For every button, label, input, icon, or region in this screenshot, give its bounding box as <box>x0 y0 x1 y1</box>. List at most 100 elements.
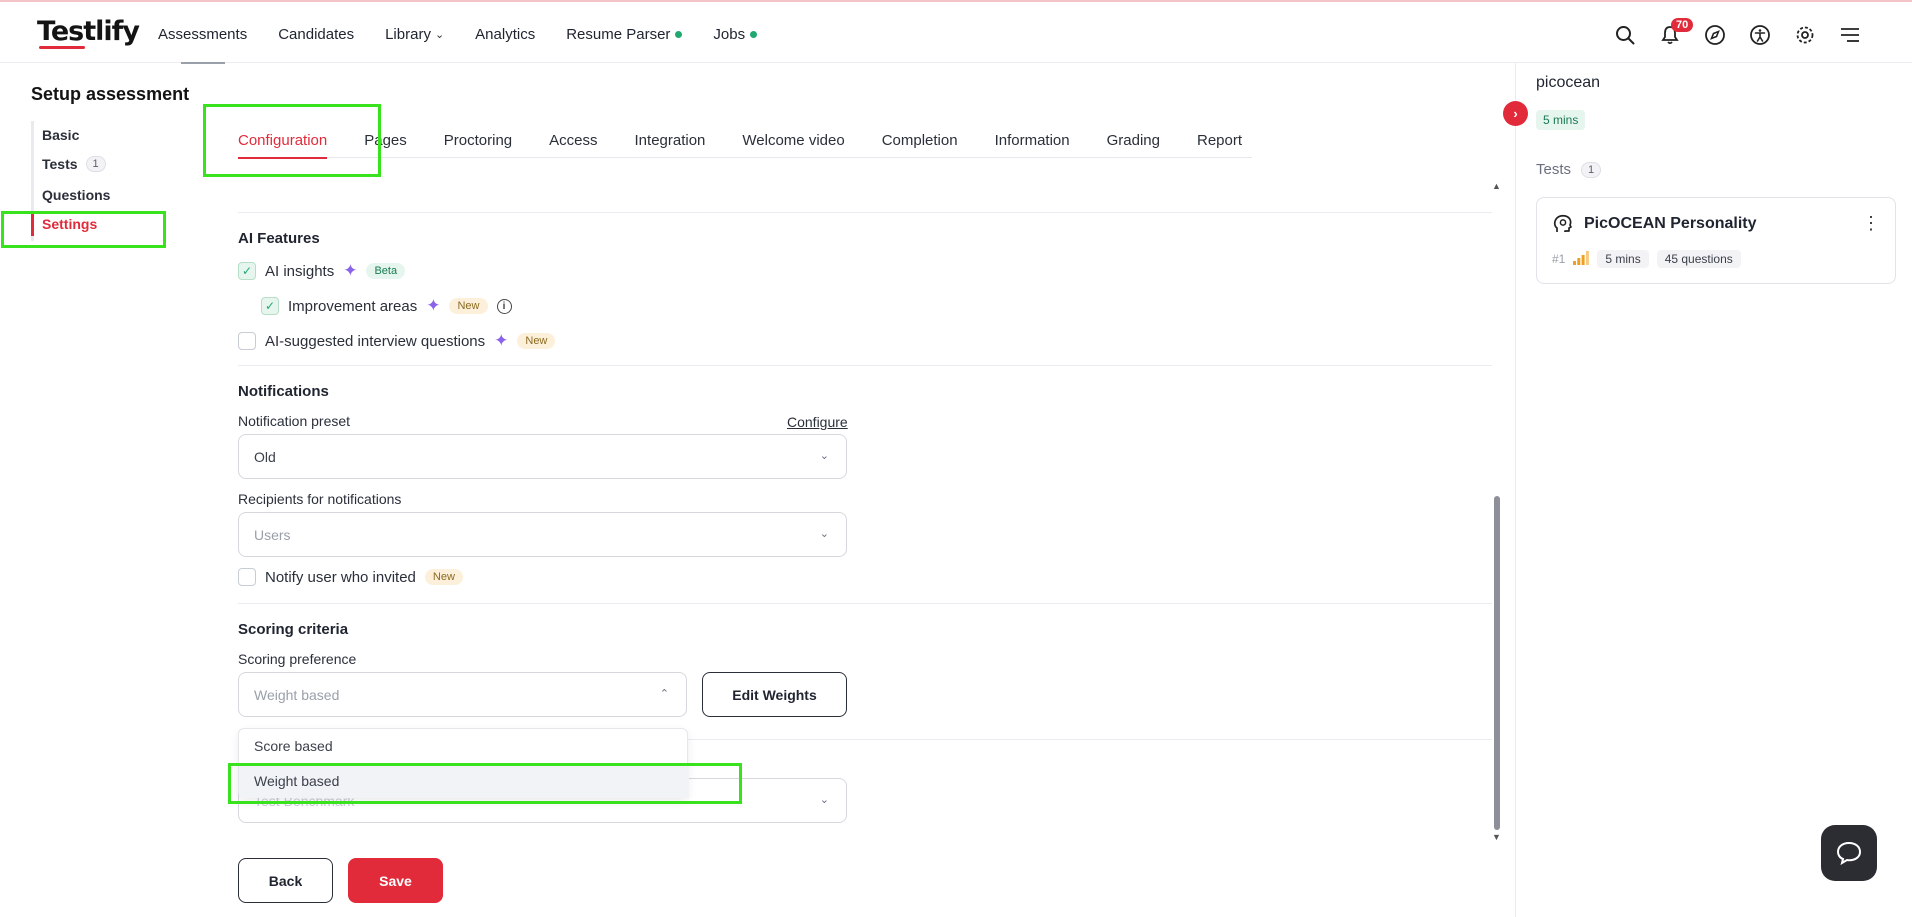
scoring-preference-select[interactable]: Weight based ⌃ <box>238 672 687 717</box>
nav-candidates-label: Candidates <box>278 26 355 43</box>
tests-heading: Tests 1 <box>1536 161 1602 178</box>
tab-grading[interactable]: Grading <box>1107 132 1160 158</box>
count-badge: 1 <box>85 156 106 172</box>
edit-weights-button[interactable]: Edit Weights <box>702 672 847 717</box>
scoring-preference-dropdown: Score based Weight based <box>238 728 689 798</box>
option-weight-based[interactable]: Weight based <box>239 764 689 798</box>
sidebar-item-questions[interactable]: Questions <box>42 187 110 203</box>
bell-icon[interactable]: 70 <box>1647 18 1694 50</box>
nav-candidates[interactable]: Candidates <box>278 26 354 43</box>
menu-icon[interactable] <box>1827 20 1872 50</box>
tab-information[interactable]: Information <box>995 132 1070 158</box>
new-badge: New <box>424 569 463 585</box>
top-icons: 70 <box>1602 18 1872 50</box>
notification-preset-select[interactable]: Old ⌄ <box>238 434 847 479</box>
search-icon[interactable] <box>1602 20 1647 50</box>
test-duration: 5 mins <box>1597 250 1649 268</box>
section-divider <box>238 603 1492 604</box>
nav-library[interactable]: Library ⌄ <box>385 26 444 43</box>
save-button[interactable]: Save <box>348 858 443 903</box>
compass-icon[interactable] <box>1692 20 1737 50</box>
configure-link[interactable]: Configure <box>787 414 848 430</box>
brain-icon <box>1551 212 1575 240</box>
new-badge: New <box>517 333 556 349</box>
ai-insights-checkbox[interactable]: ✓ <box>238 262 256 280</box>
tab-report[interactable]: Report <box>1197 132 1242 158</box>
notification-preset-value: Old <box>254 448 276 465</box>
ai-questions-label: AI-suggested interview questions <box>265 332 486 350</box>
notify-inviter-label: Notify user who invited <box>265 568 416 586</box>
recipients-select[interactable]: Users ⌄ <box>238 512 847 557</box>
accessibility-icon[interactable] <box>1737 20 1782 50</box>
nav-jobs-label: Jobs <box>713 26 746 43</box>
nav-jobs[interactable]: Jobs <box>713 26 758 43</box>
test-number: #1 <box>1552 252 1566 266</box>
tests-label: Tests <box>1536 161 1572 178</box>
chevron-up-icon: ⌃ <box>659 688 669 700</box>
testlify-logo[interactable]: Testlify <box>37 16 140 47</box>
top-navbar: Testlify Assessments Candidates Library ⌄… <box>0 0 1912 64</box>
tab-welcome-video[interactable]: Welcome video <box>742 132 844 158</box>
notify-inviter-row: Notify user who invited New <box>238 568 463 586</box>
nav-analytics-label: Analytics <box>475 26 536 43</box>
status-dot-icon <box>750 31 758 38</box>
nav-assessments[interactable]: Assessments <box>158 26 247 43</box>
sidebar-item-settings[interactable]: Settings <box>42 216 97 232</box>
tab-integration[interactable]: Integration <box>635 132 706 158</box>
test-card[interactable]: PicOCEAN Personality ⋮ #1 5 mins 45 ques… <box>1536 197 1896 284</box>
nav-library-label: Library <box>385 26 431 43</box>
test-question-count: 45 questions <box>1656 250 1741 268</box>
scroll-up-arrow[interactable]: ▲ <box>1492 181 1501 191</box>
scrollbar-thumb[interactable] <box>1494 496 1500 830</box>
notify-inviter-checkbox[interactable] <box>238 568 256 586</box>
assessment-summary-panel <box>1515 63 1912 917</box>
tab-configuration[interactable]: Configuration <box>238 132 328 159</box>
ai-insights-label: AI insights <box>265 262 335 280</box>
recipients-label: Recipients for notifications <box>238 491 402 507</box>
notification-preset-label: Notification preset <box>238 413 351 429</box>
option-score-based[interactable]: Score based <box>239 729 689 763</box>
back-button[interactable]: Back <box>238 858 333 903</box>
ai-features-title: AI Features <box>238 230 320 247</box>
chevron-down-icon: ⌄ <box>434 29 445 41</box>
kebab-menu-icon[interactable]: ⋮ <box>1862 213 1880 234</box>
scoring-preference-value: Weight based <box>254 686 340 703</box>
chevron-down-icon: ⌄ <box>819 528 829 540</box>
sidebar-item-basic[interactable]: Basic <box>42 127 79 143</box>
info-icon[interactable]: i <box>496 298 512 314</box>
duration-badge: 5 mins <box>1536 110 1586 130</box>
collapse-panel-button[interactable]: › <box>1503 101 1528 126</box>
settings-tabs: Configuration Pages Proctoring Access In… <box>238 132 1252 159</box>
scoring-preference-label: Scoring preference <box>238 651 357 667</box>
nav-resume-parser[interactable]: Resume Parser <box>566 26 683 43</box>
gear-icon[interactable] <box>1782 20 1827 50</box>
ai-questions-checkbox[interactable] <box>238 332 256 350</box>
chat-support-button[interactable] <box>1821 825 1877 881</box>
tab-access[interactable]: Access <box>549 132 597 158</box>
improvement-areas-checkbox[interactable]: ✓ <box>261 297 279 315</box>
nav-active-indicator <box>181 62 225 64</box>
sidebar-item-label: Basic <box>42 127 80 143</box>
page-title: Setup assessment <box>31 84 190 104</box>
ai-questions-row: AI-suggested interview questions ✦ New <box>238 331 556 351</box>
test-card-meta: #1 5 mins 45 questions <box>1552 250 1741 268</box>
nav-assessments-label: Assessments <box>158 26 248 43</box>
test-card-title: PicOCEAN Personality <box>1584 215 1757 232</box>
improvement-areas-row: ✓ Improvement areas ✦ New i <box>261 296 512 316</box>
beta-badge: Beta <box>366 263 406 279</box>
status-dot-icon <box>675 31 683 38</box>
new-badge: New <box>449 298 488 314</box>
tab-pages[interactable]: Pages <box>364 132 407 158</box>
sidebar-active-indicator <box>31 214 34 236</box>
nav-analytics[interactable]: Analytics <box>475 26 535 43</box>
section-divider <box>238 212 1492 213</box>
assessment-name: picocean <box>1536 74 1601 91</box>
logo-underline <box>39 46 85 49</box>
sparkle-icon: ✦ <box>426 296 441 315</box>
difficulty-bars-icon <box>1573 250 1590 268</box>
tab-completion[interactable]: Completion <box>882 132 958 158</box>
sidebar-item-tests[interactable]: Tests 1 <box>42 156 106 172</box>
scroll-down-arrow[interactable]: ▼ <box>1492 832 1501 842</box>
tab-proctoring[interactable]: Proctoring <box>444 132 512 158</box>
notifications-title: Notifications <box>238 383 329 400</box>
